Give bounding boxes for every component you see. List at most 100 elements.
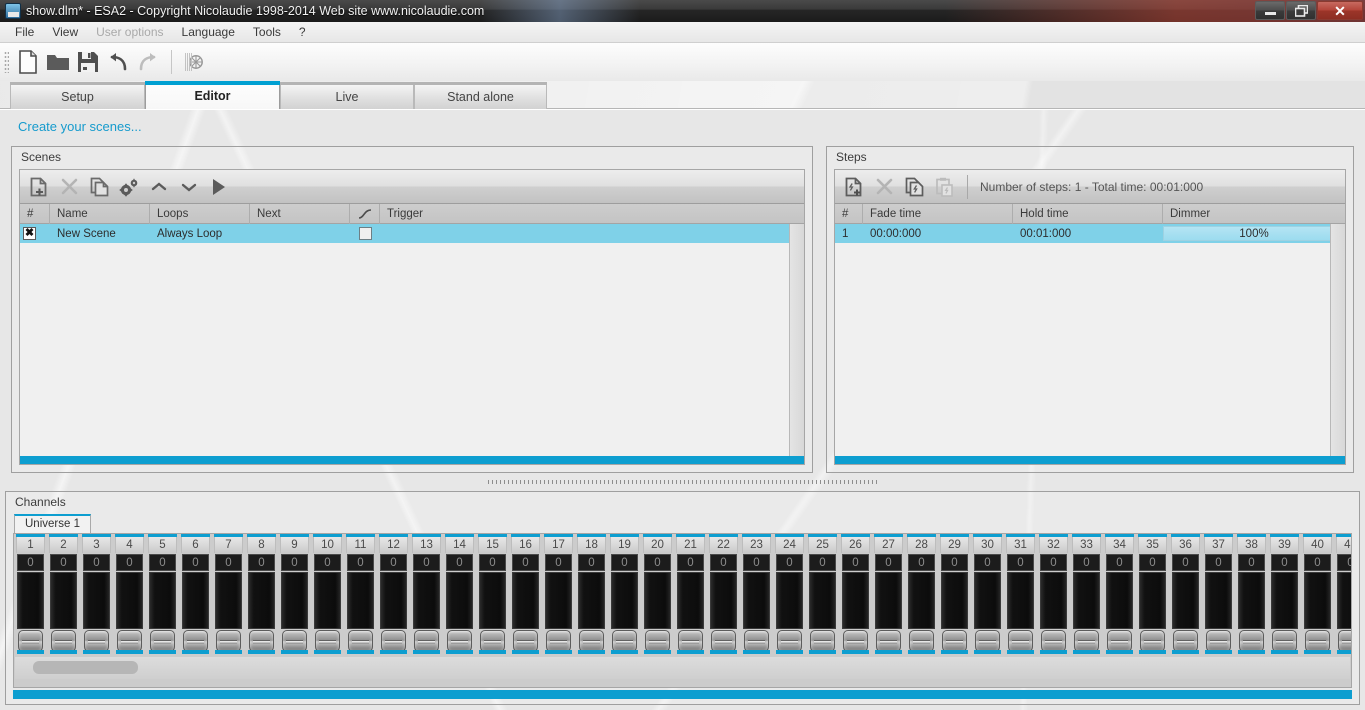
channel-value[interactable]: 0 xyxy=(710,554,737,571)
channel-slider-knob[interactable] xyxy=(711,630,736,652)
save-button[interactable] xyxy=(73,47,103,77)
tab-editor[interactable]: Editor xyxy=(145,81,280,109)
channel-slider-track[interactable] xyxy=(545,572,572,629)
channel-fader[interactable]: 35 0 xyxy=(1136,534,1169,654)
channel-slider-track[interactable] xyxy=(578,572,605,629)
channel-fader[interactable]: 33 0 xyxy=(1070,534,1103,654)
channel-slider-track[interactable] xyxy=(17,572,44,629)
channel-value[interactable]: 0 xyxy=(743,554,770,571)
channel-fader[interactable]: 32 0 xyxy=(1037,534,1070,654)
scenes-col-name[interactable]: Name xyxy=(50,204,150,224)
channel-slider-track[interactable] xyxy=(842,572,869,629)
channel-fader[interactable]: 36 0 xyxy=(1169,534,1202,654)
channel-slider-knob[interactable] xyxy=(513,630,538,652)
channel-value[interactable]: 0 xyxy=(1238,554,1265,571)
channel-slider-track[interactable] xyxy=(1337,572,1351,629)
scene-enabled-mark[interactable]: ✖ xyxy=(23,227,36,240)
scenes-col-trigger[interactable]: Trigger xyxy=(380,204,780,224)
channel-slider-track[interactable] xyxy=(677,572,704,629)
channel-slider-knob[interactable] xyxy=(51,630,76,652)
maximize-button[interactable] xyxy=(1286,1,1316,20)
channel-value[interactable]: 0 xyxy=(1073,554,1100,571)
channel-slider-track[interactable] xyxy=(1007,572,1034,629)
channel-slider-knob[interactable] xyxy=(249,630,274,652)
add-step-button[interactable] xyxy=(839,173,869,201)
channel-slider-knob[interactable] xyxy=(216,630,241,652)
close-button[interactable]: ✕ xyxy=(1317,1,1363,20)
channel-fader[interactable]: 27 0 xyxy=(872,534,905,654)
menu-item-view[interactable]: View xyxy=(43,23,87,41)
steps-col-hold-time[interactable]: Hold time xyxy=(1013,204,1163,224)
channel-slider-track[interactable] xyxy=(611,572,638,629)
channel-value[interactable]: 0 xyxy=(347,554,374,571)
steps-col-fade-time[interactable]: Fade time xyxy=(863,204,1013,224)
move-down-button[interactable] xyxy=(174,173,204,201)
channel-fader[interactable]: 30 xyxy=(80,534,113,654)
channel-fader[interactable]: 80 xyxy=(245,534,278,654)
channel-fader[interactable]: 70 xyxy=(212,534,245,654)
channel-slider-knob[interactable] xyxy=(348,630,373,652)
channel-slider-track[interactable] xyxy=(281,572,308,629)
channel-slider-knob[interactable] xyxy=(1173,630,1198,652)
channel-slider-knob[interactable] xyxy=(282,630,307,652)
channel-value[interactable]: 0 xyxy=(1007,554,1034,571)
channel-value[interactable]: 0 xyxy=(677,554,704,571)
channel-value[interactable]: 0 xyxy=(1205,554,1232,571)
channel-value[interactable]: 0 xyxy=(149,554,176,571)
channel-slider-knob[interactable] xyxy=(1338,630,1351,652)
step-row-dimmer[interactable]: 100% xyxy=(1163,224,1345,243)
channel-slider-track[interactable] xyxy=(1271,572,1298,629)
scene-settings-button[interactable] xyxy=(114,173,144,201)
channel-fader[interactable]: 40 xyxy=(113,534,146,654)
channel-slider-knob[interactable] xyxy=(546,630,571,652)
scene-row-name[interactable]: New Scene xyxy=(50,224,150,243)
channel-slider-track[interactable] xyxy=(1172,572,1199,629)
open-folder-button[interactable] xyxy=(43,47,73,77)
channel-fader[interactable]: 16 0 xyxy=(509,534,542,654)
channel-slider-track[interactable] xyxy=(413,572,440,629)
channel-slider-knob[interactable] xyxy=(414,630,439,652)
channel-value[interactable]: 0 xyxy=(776,554,803,571)
channel-fader[interactable]: 30 0 xyxy=(971,534,1004,654)
channel-fader[interactable]: 20 xyxy=(47,534,80,654)
channel-slider-knob[interactable] xyxy=(810,630,835,652)
channel-value[interactable]: 0 xyxy=(17,554,44,571)
channel-slider-track[interactable] xyxy=(743,572,770,629)
channel-slider-knob[interactable] xyxy=(117,630,142,652)
channel-slider-track[interactable] xyxy=(347,572,374,629)
channel-slider-knob[interactable] xyxy=(1272,630,1297,652)
channel-fader[interactable]: 50 xyxy=(146,534,179,654)
channel-slider-track[interactable] xyxy=(1106,572,1133,629)
channel-value[interactable]: 0 xyxy=(1106,554,1133,571)
channel-slider-track[interactable] xyxy=(908,572,935,629)
tab-setup[interactable]: Setup xyxy=(10,82,145,109)
channel-slider-track[interactable] xyxy=(314,572,341,629)
channel-fader[interactable]: 60 xyxy=(179,534,212,654)
channel-fader[interactable]: 15 0 xyxy=(476,534,509,654)
channel-fader[interactable]: 17 0 xyxy=(542,534,575,654)
table-row[interactable]: ✖ New Scene Always Loop xyxy=(20,224,804,243)
scenes-col-loops[interactable]: Loops xyxy=(150,204,250,224)
channel-fader[interactable]: 18 0 xyxy=(575,534,608,654)
channel-slider-track[interactable] xyxy=(1238,572,1265,629)
channel-value[interactable]: 0 xyxy=(644,554,671,571)
scene-row-next[interactable] xyxy=(250,224,350,243)
channel-value[interactable]: 0 xyxy=(281,554,308,571)
scenes-col-fade[interactable] xyxy=(350,204,380,224)
channel-value[interactable]: 0 xyxy=(941,554,968,571)
channel-value[interactable]: 0 xyxy=(446,554,473,571)
channel-slider-track[interactable] xyxy=(644,572,671,629)
step-row-fade-time[interactable]: 00:00:000 xyxy=(863,224,1013,243)
channel-slider-track[interactable] xyxy=(380,572,407,629)
channel-slider-track[interactable] xyxy=(941,572,968,629)
channel-slider-knob[interactable] xyxy=(942,630,967,652)
channel-fader[interactable]: 13 0 xyxy=(410,534,443,654)
add-scene-button[interactable] xyxy=(24,173,54,201)
channel-value[interactable]: 0 xyxy=(545,554,572,571)
channel-slider-track[interactable] xyxy=(875,572,902,629)
channel-fader[interactable]: 39 0 xyxy=(1268,534,1301,654)
channel-slider-knob[interactable] xyxy=(612,630,637,652)
table-row[interactable]: 1 00:00:000 00:01:000 100% xyxy=(835,224,1345,243)
channel-slider-track[interactable] xyxy=(446,572,473,629)
channel-value[interactable]: 0 xyxy=(1172,554,1199,571)
